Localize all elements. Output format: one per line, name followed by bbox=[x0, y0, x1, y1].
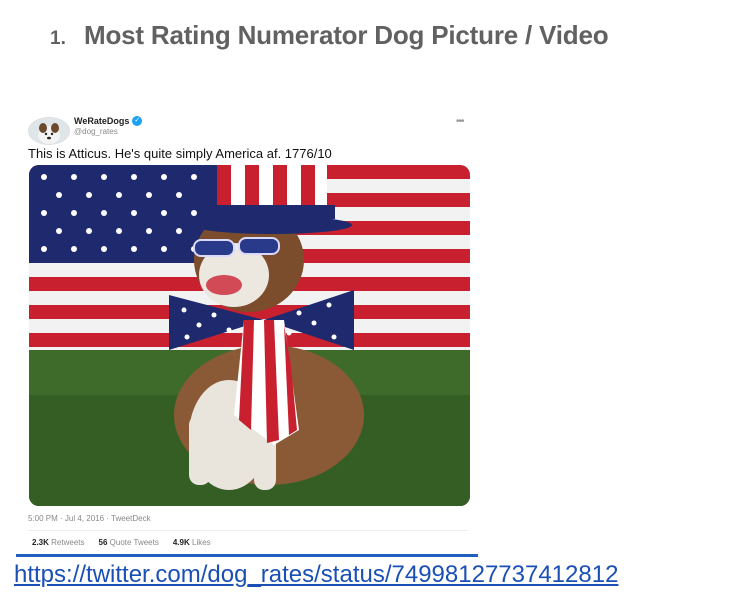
divider bbox=[28, 530, 468, 531]
list-number: 1. bbox=[50, 28, 66, 49]
tweet-timestamp: 5:00 PM · Jul 4, 2016 · TweetDeck bbox=[28, 514, 151, 523]
tweet-stats: 2.3K Retweets 56 Quote Tweets 4.9K Likes bbox=[32, 538, 211, 547]
retweets-stat: 2.3K Retweets bbox=[32, 538, 85, 547]
tweet-screenshot: WeRateDogs ✓ @dog_rates ••• This is Atti… bbox=[16, 112, 478, 557]
tweet-handle: @dog_rates bbox=[74, 127, 118, 136]
tweet-display-name: WeRateDogs ✓ bbox=[74, 116, 143, 126]
tweet-link[interactable]: https://twitter.com/dog_rates/status/749… bbox=[14, 561, 618, 589]
tweet-text: This is Atticus. He's quite simply Ameri… bbox=[28, 146, 332, 161]
avatar bbox=[28, 117, 70, 145]
verified-badge-icon: ✓ bbox=[132, 116, 143, 126]
section-title: Most Rating Numerator Dog Picture / Vide… bbox=[84, 20, 609, 50]
quotes-stat: 56 Quote Tweets bbox=[98, 538, 159, 547]
tweet-photo bbox=[29, 165, 470, 506]
likes-stat: 4.9K Likes bbox=[172, 538, 211, 547]
list-heading: 1. Most Rating Numerator Dog Picture / V… bbox=[50, 20, 609, 52]
ellipsis-icon: ••• bbox=[456, 116, 464, 127]
